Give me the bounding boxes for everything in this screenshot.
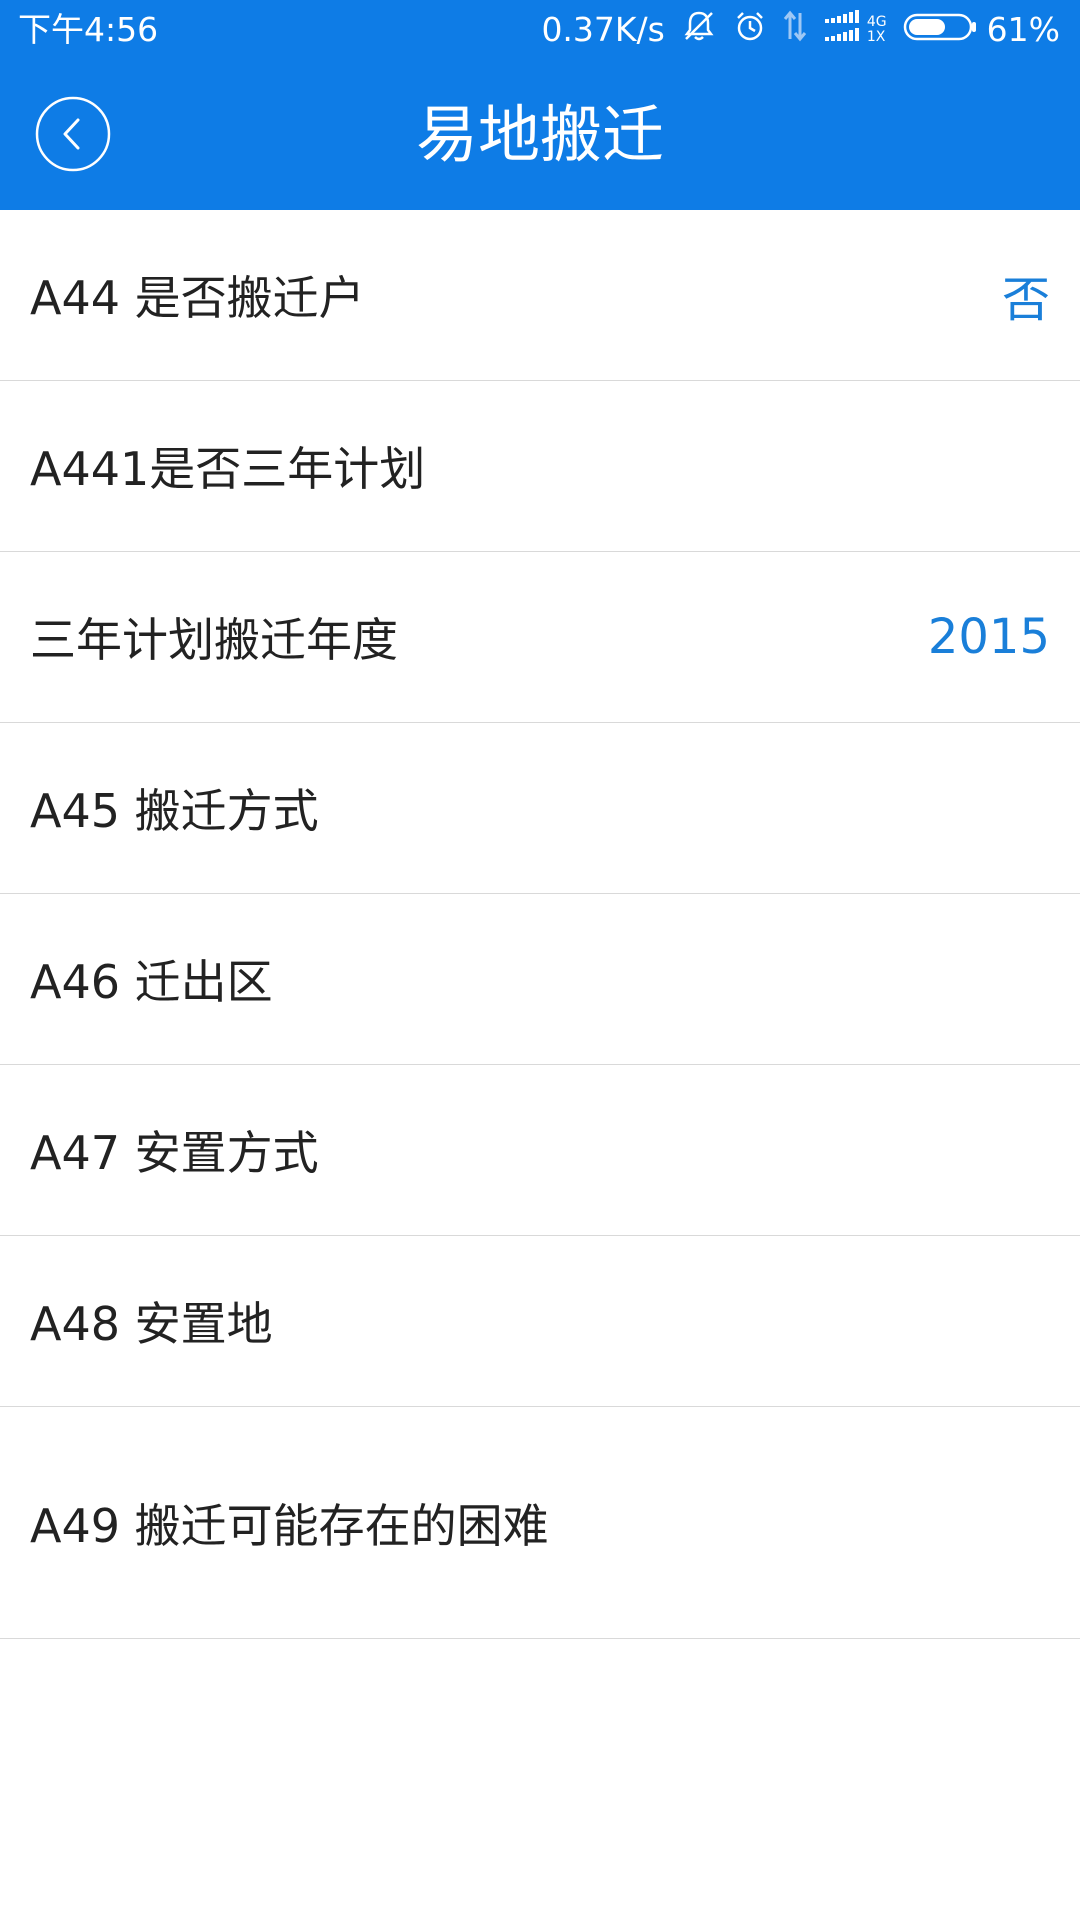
app-header: 易地搬迁 [0,60,1080,210]
list-item-a49[interactable]: A49 搬迁可能存在的困难 [0,1407,1080,1639]
list-item-a48[interactable]: A48 安置地 [0,1236,1080,1407]
battery-percent: 61% [986,10,1060,49]
network-speed: 0.37K/s [541,10,665,49]
list-item-label: A441是否三年计划 [30,442,426,496]
list-item-label: A45 搬迁方式 [30,784,319,838]
alarm-icon [733,9,767,51]
mute-icon [681,8,717,52]
list-item-label: 三年计划搬迁年度 [30,613,398,667]
list-item-value: 否 [1001,272,1050,328]
battery-icon [903,11,977,50]
screen: 下午4:56 0.37K/s 4G 1X 61% 易地搬迁 A44 是否搬迁户 … [0,0,1080,1920]
list-item-label: A47 安置方式 [30,1126,319,1180]
list-item-label: A49 搬迁可能存在的困难 [30,1498,549,1553]
status-time: 下午4:56 [18,10,159,49]
list-item-label: A44 是否搬迁户 [30,271,365,325]
field-list: A44 是否搬迁户 否 A441是否三年计划 三年计划搬迁年度 2015 A45… [0,210,1080,1639]
list-item-a45[interactable]: A45 搬迁方式 [0,723,1080,894]
signal-icon [823,9,861,51]
data-transfer-icon [783,9,807,51]
network-type-4g: 4G [866,14,887,30]
list-item-a47[interactable]: A47 安置方式 [0,1065,1080,1236]
page-title: 易地搬迁 [415,98,664,171]
list-item-value: 2015 [927,609,1050,665]
status-bar: 下午4:56 0.37K/s 4G 1X 61% [0,0,1080,60]
list-item-a46[interactable]: A46 迁出区 [0,894,1080,1065]
list-item-a44[interactable]: A44 是否搬迁户 否 [0,210,1080,381]
list-item-plan-year[interactable]: 三年计划搬迁年度 2015 [0,552,1080,723]
network-type-1x: 1X [866,29,886,45]
status-icons: 0.37K/s 4G 1X 61% [525,8,1060,52]
list-item-label: A48 安置地 [30,1297,273,1351]
list-item-a441[interactable]: A441是否三年计划 [0,381,1080,552]
network-type: 4G 1X [867,15,887,45]
list-item-label: A46 迁出区 [30,955,273,1009]
